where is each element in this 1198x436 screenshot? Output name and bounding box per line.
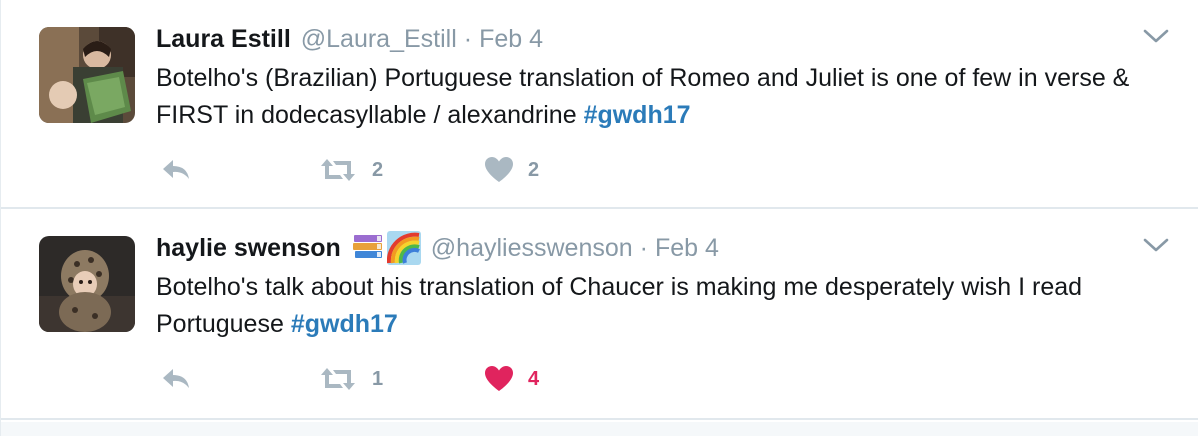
author-name[interactable]: haylie swenson [156,234,341,263]
retweet-icon [321,368,355,390]
hashtag-link[interactable]: #gwdh17 [584,101,691,129]
avatar[interactable] [39,27,135,123]
timeline-footer-strip [1,422,1198,436]
books-icon [352,235,382,258]
tweet[interactable]: haylie swenson @hayliesswenson · Feb 4 B… [1,209,1198,420]
reply-icon [163,160,189,179]
heart-icon [485,366,513,391]
avatar[interactable] [39,236,135,332]
like-button[interactable]: 2 [484,152,539,188]
retweet-button[interactable]: 1 [318,361,383,397]
retweet-count: 2 [372,158,384,181]
tweet-text: Botelho's (Brazilian) Portuguese transla… [156,60,1166,134]
like-count: 2 [528,158,540,181]
reply-button[interactable] [160,361,192,397]
timeline: Laura Estill @Laura_Estill · Feb 4 Botel… [0,0,1198,436]
tweet[interactable]: Laura Estill @Laura_Estill · Feb 4 Botel… [1,0,1198,209]
tweet-header: haylie swenson @hayliesswenson · Feb 4 [156,231,719,265]
separator-dot: · [463,24,473,53]
author-handle[interactable]: @hayliesswenson [431,234,633,263]
tweet-date[interactable]: Feb 4 [479,25,543,54]
tweet-text: Botelho's talk about his translation of … [156,269,1166,343]
tweet-header: Laura Estill @Laura_Estill · Feb 4 [156,24,543,54]
reply-button[interactable] [160,152,192,188]
heart-icon [485,157,513,182]
reply-icon [163,369,189,388]
retweet-button[interactable]: 2 [318,152,383,188]
like-button[interactable]: 4 [484,361,539,397]
like-count: 4 [528,367,540,390]
retweet-icon [321,159,355,181]
chevron-down-icon[interactable] [1143,28,1169,44]
chevron-down-icon[interactable] [1143,237,1169,253]
separator-dot: · [639,233,648,262]
author-name[interactable]: Laura Estill [156,25,291,54]
retweet-count: 1 [372,367,384,390]
rainbow-icon [386,231,421,265]
author-handle[interactable]: @Laura_Estill [301,25,457,54]
hashtag-link[interactable]: #gwdh17 [291,310,398,338]
tweet-date[interactable]: Feb 4 [655,234,719,263]
name-emoji [351,231,421,265]
